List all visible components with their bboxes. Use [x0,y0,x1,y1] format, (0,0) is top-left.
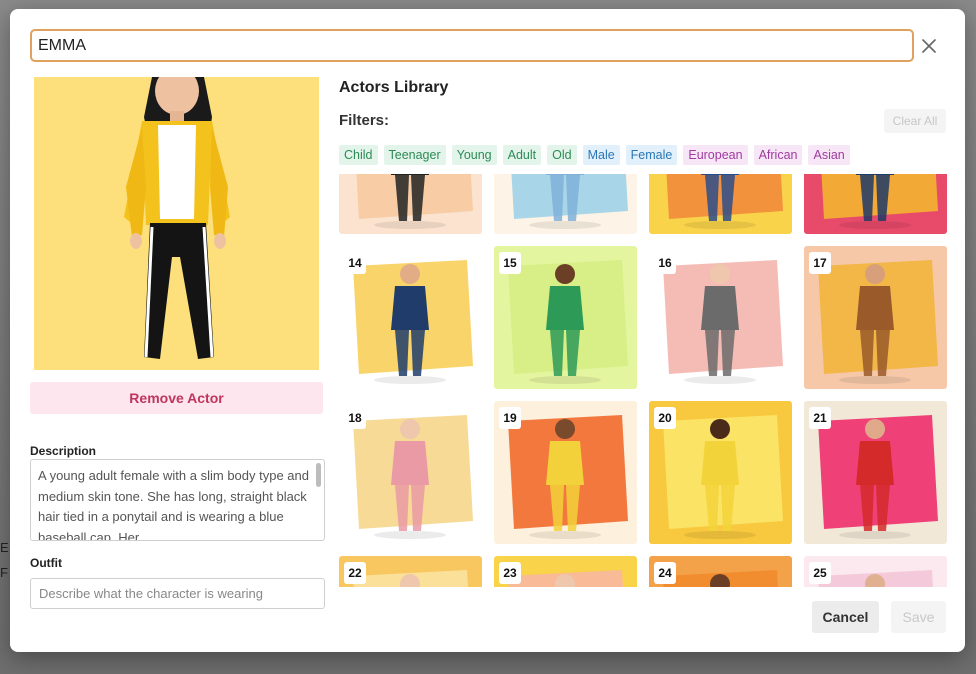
save-button[interactable]: Save [891,601,946,633]
filter-tag-child[interactable]: Child [339,145,378,165]
actor-card[interactable]: 16 [649,246,792,389]
filter-tag-young[interactable]: Young [451,145,497,165]
actor-card[interactable] [649,174,792,234]
actor-card[interactable]: 19 [494,401,637,544]
actors-grid-viewport[interactable]: 14 15 16 17 18 19 20 21 22 23 24 25 [339,174,949,587]
actor-number-badge: 17 [809,252,831,274]
close-button[interactable] [916,33,942,59]
actor-illustration [34,77,319,370]
clear-all-button[interactable]: Clear All [884,109,946,133]
actor-card[interactable]: 24 [649,556,792,587]
actor-card[interactable]: 14 [339,246,482,389]
remove-actor-button[interactable]: Remove Actor [30,382,323,414]
actor-number-badge: 18 [344,407,366,429]
actor-thumbnail [511,174,628,229]
cancel-button[interactable]: Cancel [812,601,879,633]
actor-card[interactable]: 15 [494,246,637,389]
filter-tags: Child Teenager Young Adult Old Male Female Euro… [339,145,850,165]
actor-number-badge: 14 [344,252,366,274]
actor-card[interactable] [494,174,637,234]
filter-tag-adult[interactable]: Adult [502,145,542,165]
filter-tag-african[interactable]: African [753,145,803,165]
filter-tag-asian[interactable]: Asian [808,145,850,165]
filters-label: Filters: [339,112,390,129]
actor-card[interactable]: 22 [339,556,482,587]
close-icon [922,39,936,53]
actor-number-badge: 16 [654,252,676,274]
actors-library-title: Actors Library [339,79,449,96]
outfit-label: Outfit [30,556,62,570]
outfit-input[interactable] [30,578,325,609]
edit-actor-modal: Remove Actor Description A young adult f… [10,9,965,652]
actor-card[interactable]: 21 [804,401,947,544]
actor-number-badge: 23 [499,562,521,584]
filter-tag-teenager[interactable]: Teenager [383,145,446,165]
actor-card[interactable]: 17 [804,246,947,389]
description-textarea[interactable]: A young adult female with a slim body ty… [30,459,325,541]
filter-tag-european[interactable]: European [683,145,748,165]
actor-card[interactable]: 23 [494,556,637,587]
actor-card[interactable]: 20 [649,401,792,544]
actor-card[interactable] [339,174,482,234]
actor-thumbnail [356,174,473,229]
actor-name-input[interactable] [30,29,914,62]
filter-tag-female[interactable]: Female [625,145,678,165]
background-letter: F [0,565,8,580]
actor-number-badge: 25 [809,562,831,584]
filter-tag-old[interactable]: Old [547,145,577,165]
background-content: E F [0,540,9,580]
description-text: A young adult female with a slim body ty… [38,468,309,541]
actor-card[interactable]: 18 [339,401,482,544]
actor-card[interactable] [804,174,947,234]
description-label: Description [30,444,97,458]
actor-number-badge: 19 [499,407,521,429]
actor-number-badge: 15 [499,252,521,274]
actor-number-badge: 20 [654,407,676,429]
selected-actor-portrait [34,77,319,370]
actor-card[interactable]: 25 [804,556,947,587]
actor-thumbnail [666,174,783,229]
actors-grid: 14 15 16 17 18 19 20 21 22 23 24 25 [339,174,947,587]
actor-number-badge: 21 [809,407,831,429]
actor-thumbnail [821,174,938,229]
actor-number-badge: 22 [344,562,366,584]
actor-number-badge: 24 [654,562,676,584]
filter-tag-male[interactable]: Male [582,145,620,165]
description-scrollbar[interactable] [316,463,321,487]
background-letter: E [0,540,9,555]
